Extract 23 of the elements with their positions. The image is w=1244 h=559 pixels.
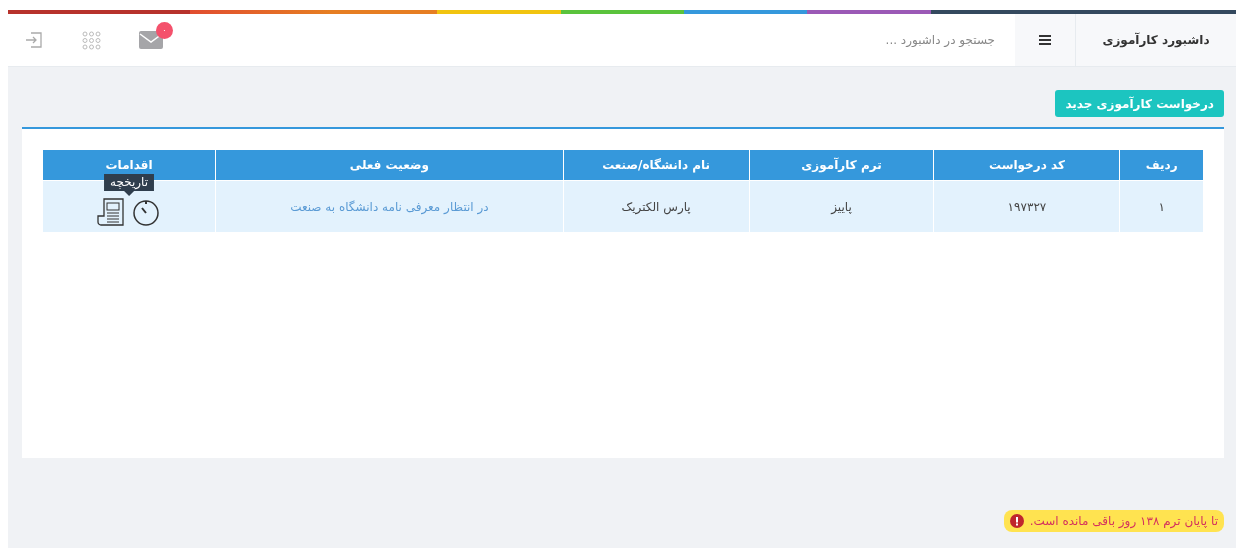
search-field[interactable]: جستجو در داشبورد ... <box>793 14 997 66</box>
exclamation-icon <box>1009 514 1024 528</box>
table-cell: پاییز <box>749 180 934 233</box>
new-request-button[interactable]: درخواست کارآموزی جدید <box>1055 90 1224 117</box>
tooltip: تاریخچه <box>104 174 155 196</box>
alert-text: تا پایان ترم ۱۳۸ روز باقی مانده است. <box>1029 514 1218 528</box>
status-cell: در انتظار معرفی نامه دانشگاه به صنعت <box>215 180 564 233</box>
menu-button[interactable] <box>1015 14 1075 66</box>
column-header: کد درخواست <box>988 158 1065 172</box>
table-cell: ۱۹۷۳۲۷ <box>933 180 1120 233</box>
dashboard-title: داشبورد کارآموزی <box>1075 14 1236 66</box>
table-cell: پارس الکتریک <box>563 180 750 233</box>
column-header: نام دانشگاه/صنعت <box>602 158 711 172</box>
menu-icon <box>1039 35 1051 45</box>
column-header: ردیف <box>1145 158 1178 172</box>
mail-icon[interactable] <box>139 31 163 49</box>
column-header: اقدامات <box>105 158 153 172</box>
notification-badge: ۰ <box>156 22 173 39</box>
column-header: ترم کارآموزی <box>801 158 882 172</box>
timer-icon[interactable] <box>131 197 162 227</box>
table-cell: ۱ <box>1119 180 1204 233</box>
document-icon[interactable] <box>97 197 126 227</box>
column-header: وضعیت فعلی <box>349 158 430 172</box>
